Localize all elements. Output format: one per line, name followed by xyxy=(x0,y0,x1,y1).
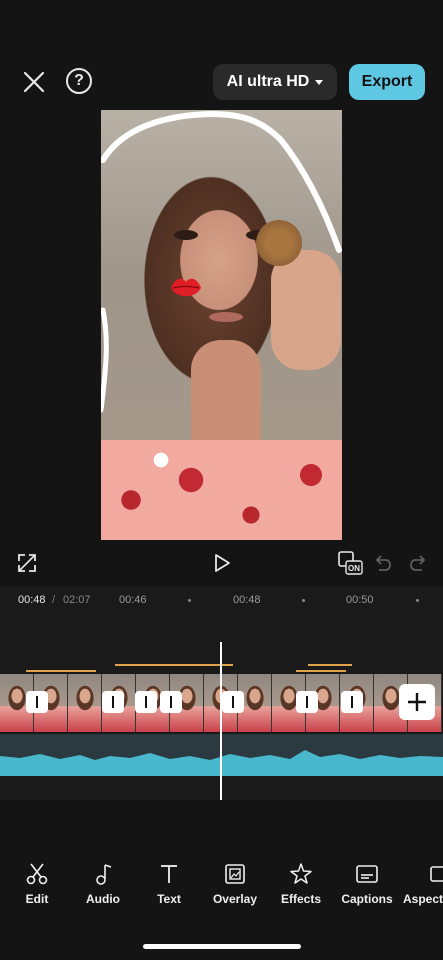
time-separator: / xyxy=(52,594,56,606)
tool-label: Effects xyxy=(280,892,321,906)
effect-indicator xyxy=(296,670,346,672)
tool-aspect[interactable]: Aspect xyxy=(403,862,443,906)
video-preview[interactable] xyxy=(101,110,342,540)
sparkle-icon xyxy=(290,863,312,884)
bottom-toolbar: Edit Audio Text Overlay Effects Captions… xyxy=(0,800,443,960)
caret-down-icon xyxy=(315,79,324,85)
ruler-tick-label: 00:46 xyxy=(119,594,147,606)
close-icon xyxy=(23,71,45,93)
tool-label: Overlay xyxy=(212,892,258,906)
current-time: 00:48 xyxy=(18,594,46,606)
redo-icon xyxy=(410,555,426,571)
video-neck xyxy=(191,340,261,450)
tool-effects[interactable]: Effects xyxy=(271,862,331,906)
text-icon xyxy=(161,865,177,883)
fullscreen-icon xyxy=(18,554,36,572)
makeup-brush xyxy=(256,220,302,266)
effect-indicator xyxy=(26,670,96,672)
clip-thumbnail[interactable] xyxy=(68,674,102,732)
redo-button[interactable] xyxy=(409,554,427,572)
transition-button[interactable] xyxy=(102,691,124,713)
tool-label: Captions xyxy=(341,892,393,906)
effect-indicator xyxy=(115,664,233,666)
play-icon xyxy=(215,554,230,572)
home-indicator xyxy=(143,944,301,949)
transition-button[interactable] xyxy=(160,691,182,713)
effect-indicator xyxy=(308,664,352,666)
tool-label: Edit xyxy=(25,892,49,906)
help-button[interactable]: ? xyxy=(66,68,92,94)
transition-button[interactable] xyxy=(26,691,48,713)
export-button[interactable]: Export xyxy=(349,64,425,100)
kiss-sticker[interactable] xyxy=(169,275,203,301)
top-bar: ? AI ultra HD Export xyxy=(0,0,443,110)
transition-button[interactable] xyxy=(296,691,318,713)
close-button[interactable] xyxy=(20,68,48,96)
tool-text[interactable]: Text xyxy=(139,862,199,906)
tool-overlay[interactable]: Overlay xyxy=(205,862,265,906)
undo-icon xyxy=(375,555,391,571)
tool-captions[interactable]: Captions xyxy=(337,862,397,906)
overlay-icon xyxy=(225,864,245,884)
tool-edit[interactable]: Edit xyxy=(7,862,67,906)
total-time: 02:07 xyxy=(63,594,91,606)
ruler-tick-label: 00:50 xyxy=(346,594,374,606)
plus-icon xyxy=(408,693,426,711)
help-icon: ? xyxy=(74,72,84,89)
video-hand xyxy=(271,250,341,370)
video-lips xyxy=(209,312,243,322)
quality-dropdown[interactable]: AI ultra HD xyxy=(213,64,337,100)
scissors-icon xyxy=(26,863,48,885)
transition-button[interactable] xyxy=(222,691,244,713)
add-clip-button[interactable] xyxy=(399,684,435,720)
transition-button[interactable] xyxy=(341,691,363,713)
ruler-dot xyxy=(416,599,419,602)
captions-icon xyxy=(356,865,378,883)
ruler-tick-label: 00:48 xyxy=(233,594,261,606)
music-note-icon xyxy=(96,864,112,885)
tool-label: Audio xyxy=(86,892,120,906)
tool-label: Aspect xyxy=(403,892,443,906)
preview-area xyxy=(0,110,443,540)
undo-button[interactable] xyxy=(374,554,392,572)
fullscreen-button[interactable] xyxy=(17,553,37,573)
tool-audio[interactable]: Audio xyxy=(73,862,133,906)
video-shirt xyxy=(101,440,342,540)
tool-label: Text xyxy=(157,892,181,906)
play-button[interactable] xyxy=(212,553,232,573)
timeline[interactable]: 00:48 / 02:07 00:46 00:48 00:50 xyxy=(0,586,443,802)
ruler-dot xyxy=(302,599,305,602)
quality-label: AI ultra HD xyxy=(226,73,310,90)
aspect-icon xyxy=(430,866,443,882)
player-controls: ON xyxy=(0,540,443,586)
transition-button[interactable] xyxy=(135,691,157,713)
ruler-dot xyxy=(188,599,191,602)
playhead[interactable] xyxy=(220,642,222,802)
keyframe-on-icon: ON xyxy=(338,551,363,575)
keyframe-toggle[interactable]: ON xyxy=(337,550,363,576)
keyframe-badge: ON xyxy=(348,564,360,573)
